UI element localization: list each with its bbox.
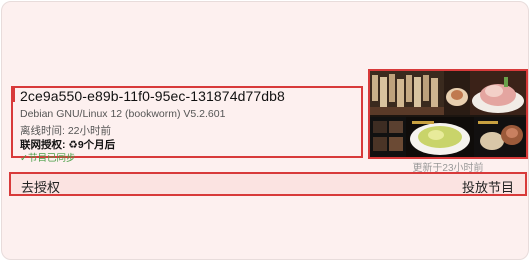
selection-marker xyxy=(11,86,15,102)
device-card: 2ce9a550-e89b-11f0-95ec-131874d77db8 Deb… xyxy=(1,1,529,260)
program-thumbnail[interactable] xyxy=(368,69,528,159)
sync-status-label: 节目已同步 xyxy=(27,153,76,164)
publish-program-button[interactable]: 投放节目 xyxy=(462,177,514,196)
offline-time: 离线时间: 22小时前 xyxy=(20,125,112,137)
sync-status: ✓节目已同步 xyxy=(20,150,75,164)
license-value: 9个月后 xyxy=(77,139,116,151)
device-os: Debian GNU/Linux 12 (bookworm) V5.2.601 xyxy=(20,108,226,120)
device-info-panel: 2ce9a550-e89b-11f0-95ec-131874d77db8 Deb… xyxy=(11,86,363,164)
device-id: 2ce9a550-e89b-11f0-95ec-131874d77db8 xyxy=(20,88,285,104)
action-bar: 去授权 投放节目 xyxy=(9,172,527,196)
check-icon: ✓ xyxy=(20,153,28,164)
program-preview-image xyxy=(370,71,526,157)
deauthorize-button[interactable]: 去授权 xyxy=(21,177,60,196)
